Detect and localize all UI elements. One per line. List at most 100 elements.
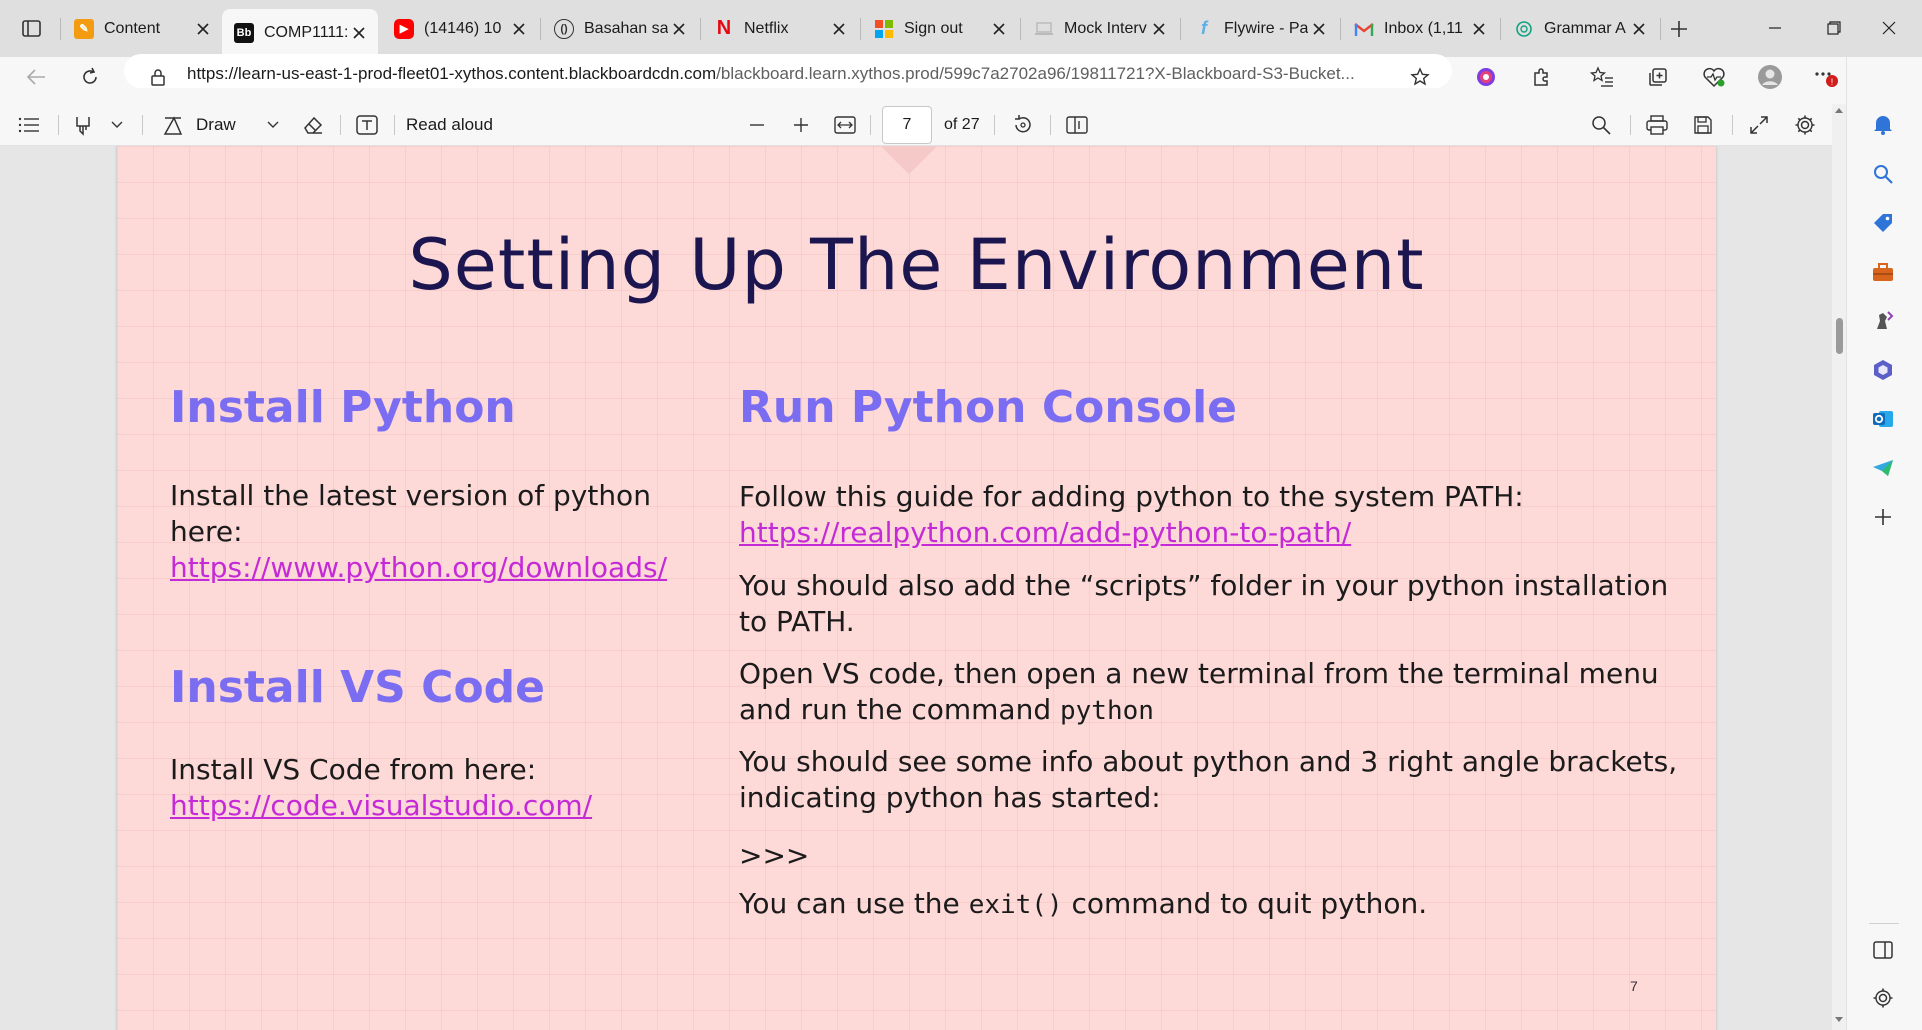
profile-button[interactable]: [1752, 59, 1788, 95]
close-icon[interactable]: [1628, 18, 1650, 40]
save-button[interactable]: [1688, 108, 1718, 142]
scripts-line-2: to PATH.: [739, 605, 855, 638]
chatgpt-favicon-icon: [1514, 19, 1534, 39]
globe-favicon-icon: (): [554, 18, 574, 39]
tab-content[interactable]: ✎ Content: [62, 9, 222, 48]
draw-button[interactable]: Draw: [162, 108, 262, 142]
python-command-code: python: [1060, 696, 1154, 726]
list-icon: [18, 117, 39, 133]
scripts-line-1: You should also add the “scripts” folder…: [739, 569, 1669, 602]
outlook-icon: [1873, 411, 1893, 427]
pdf-settings-button[interactable]: [1790, 108, 1820, 142]
tab-youtube[interactable]: ▶ (14146) 10: [382, 9, 538, 48]
restore-button[interactable]: [1811, 10, 1857, 46]
tab-gmail[interactable]: Inbox (1,11: [1342, 9, 1498, 48]
page-number-input[interactable]: [882, 106, 932, 144]
hide-sidebar-button[interactable]: [1867, 934, 1899, 966]
favorite-button[interactable]: [1402, 59, 1438, 95]
m365-icon: [1874, 360, 1892, 380]
zoom-out-button[interactable]: [742, 108, 772, 142]
tab-actions-button[interactable]: [14, 16, 48, 42]
close-window-button[interactable]: [1866, 10, 1912, 46]
favorites-list-icon: [1590, 66, 1613, 87]
tab-title: Grammar A: [1544, 19, 1626, 37]
outlook-button[interactable]: [1867, 403, 1899, 435]
draw-dropdown[interactable]: [260, 108, 286, 142]
collections-button[interactable]: [1640, 59, 1676, 95]
fullscreen-button[interactable]: [1744, 108, 1774, 142]
extension-colorwheel-button[interactable]: [1468, 59, 1504, 95]
tab-grammar[interactable]: Grammar A: [1502, 9, 1658, 48]
tab-netflix[interactable]: N Netflix: [702, 9, 858, 48]
add-text-button[interactable]: [352, 108, 382, 142]
close-icon[interactable]: [988, 18, 1010, 40]
new-tab-button[interactable]: [1664, 14, 1694, 44]
refresh-button[interactable]: [72, 59, 108, 95]
exit-command-code: exit(): [968, 890, 1063, 920]
extensions-button[interactable]: [1524, 59, 1560, 95]
close-icon[interactable]: [508, 18, 530, 40]
find-button[interactable]: [1586, 108, 1616, 142]
read-aloud-button[interactable]: Read aloud: [406, 108, 506, 142]
lock-icon[interactable]: [140, 59, 176, 95]
print-button[interactable]: [1642, 108, 1672, 142]
page-view-button[interactable]: [1062, 108, 1092, 142]
url-text[interactable]: https://learn-us-east-1-prod-fleet01-xyt…: [187, 64, 1355, 84]
shopping-button[interactable]: [1867, 207, 1899, 239]
close-icon[interactable]: [828, 18, 850, 40]
edge-sidebar: [1846, 57, 1922, 1030]
install-vscode-heading: Install VS Code: [170, 662, 546, 713]
tab-basahan[interactable]: () Basahan sa: [542, 9, 698, 48]
microsoft-365-button[interactable]: [1867, 354, 1899, 386]
scroll-up-icon[interactable]: [1834, 106, 1844, 116]
highlight-button[interactable]: [70, 108, 96, 142]
games-button[interactable]: [1867, 305, 1899, 337]
zoom-in-button[interactable]: [786, 108, 816, 142]
close-icon[interactable]: [192, 18, 214, 40]
search-icon: [1592, 116, 1611, 135]
scrollbar-thumb[interactable]: [1836, 318, 1843, 354]
drop-button[interactable]: [1867, 452, 1899, 484]
contents-button[interactable]: [14, 108, 44, 142]
close-icon[interactable]: [348, 22, 370, 44]
microsoft-favicon-icon: [874, 19, 894, 39]
tab-mock-interview[interactable]: Mock Interv: [1022, 9, 1178, 48]
fit-to-width-button[interactable]: [830, 108, 860, 142]
rotate-button[interactable]: [1008, 108, 1038, 142]
minimize-button[interactable]: [1752, 10, 1798, 46]
gmail-favicon-icon: [1354, 19, 1374, 39]
vscode-link[interactable]: https://code.visualstudio.com/: [170, 788, 710, 824]
customize-sidebar-button[interactable]: [1867, 501, 1899, 533]
page-view-icon: [1066, 116, 1088, 134]
back-button[interactable]: [18, 59, 54, 95]
terminal-line-1: Open VS code, then open a new terminal f…: [739, 657, 1659, 690]
youtube-favicon-icon: ▶: [394, 18, 414, 39]
highlight-dropdown[interactable]: [104, 108, 130, 142]
tab-flywire[interactable]: f Flywire - Pa: [1182, 9, 1338, 48]
close-icon[interactable]: [668, 18, 690, 40]
close-icon[interactable]: [1148, 18, 1170, 40]
realpython-path-link[interactable]: https://realpython.com/add-python-to-pat…: [739, 515, 1679, 551]
sidebar-search-button[interactable]: [1867, 158, 1899, 190]
tab-sign-out[interactable]: Sign out: [862, 9, 1018, 48]
browser-essentials-button[interactable]: [1696, 59, 1732, 95]
url-host: https://learn-us-east-1-prod-fleet01-xyt…: [187, 64, 717, 83]
notifications-button[interactable]: [1867, 108, 1899, 140]
page-total: of 27: [944, 116, 980, 133]
pdf-viewer[interactable]: Setting Up The Environment Install Pytho…: [0, 146, 1832, 1030]
favorites-button[interactable]: [1584, 59, 1620, 95]
vertical-scrollbar[interactable]: [1832, 104, 1846, 1030]
tools-button[interactable]: [1867, 256, 1899, 288]
scroll-down-icon[interactable]: [1834, 1016, 1844, 1026]
tab-title: Content: [104, 19, 161, 37]
erase-button[interactable]: [298, 108, 328, 142]
send-plane-icon: [1873, 460, 1893, 476]
close-icon[interactable]: [1308, 18, 1330, 40]
python-downloads-link[interactable]: https://www.python.org/downloads/: [170, 550, 710, 586]
tab-comp1111[interactable]: Bb COMP1111:: [222, 9, 378, 57]
plus-icon: [1671, 21, 1687, 37]
sidebar-settings-button[interactable]: [1867, 982, 1899, 1014]
settings-menu-button[interactable]: !: [1808, 59, 1844, 95]
close-icon[interactable]: [1468, 18, 1490, 40]
tab-title: Inbox (1,11: [1384, 19, 1463, 37]
